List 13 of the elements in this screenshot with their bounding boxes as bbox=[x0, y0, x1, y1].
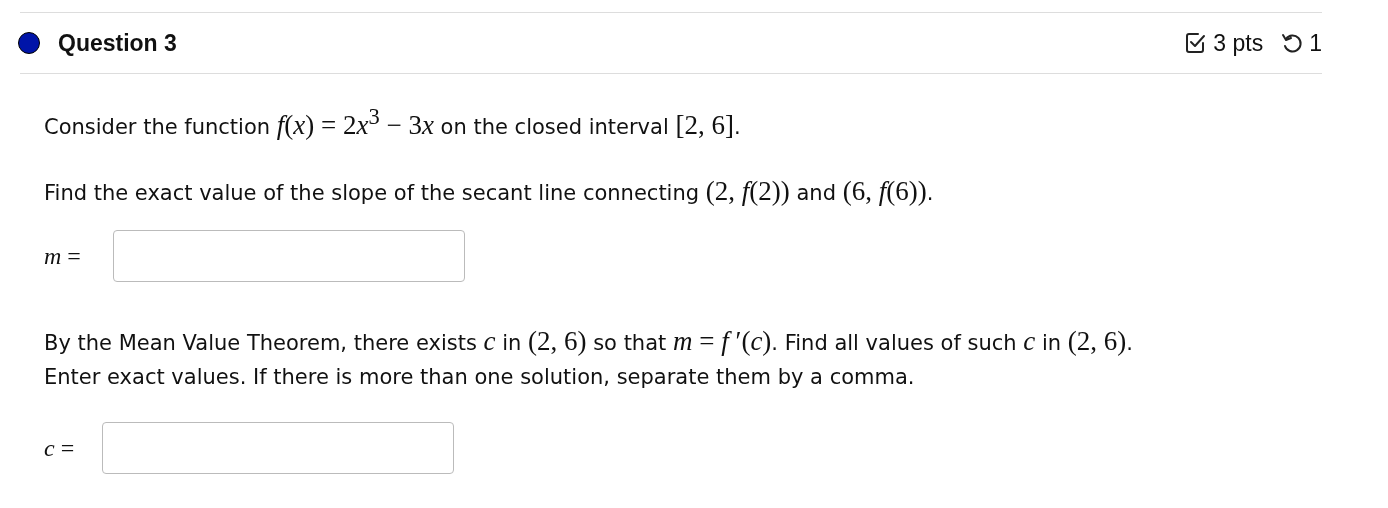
question-text: Consider the function f(x) = 2x$^{3}$ − 3x on the closed interval [2, 6]. bbox=[44, 103, 742, 142]
question-text: Find the exact value of the slope of the secant line connecting (2, f(2)) and (6, f(6)). bbox=[44, 175, 935, 208]
attempts-count: 1 bbox=[1309, 29, 1322, 57]
undo-arrow-icon bbox=[1281, 32, 1304, 54]
answer-label: m = bbox=[44, 242, 81, 270]
question-title: Question 3 bbox=[58, 29, 177, 57]
points-label: 3 pts bbox=[1213, 29, 1264, 57]
answer-label: c = bbox=[44, 434, 75, 462]
answer-field[interactable] bbox=[112, 230, 465, 282]
checkbox-check-icon bbox=[1185, 32, 1208, 54]
status-dot-icon bbox=[18, 32, 40, 54]
answer-field[interactable] bbox=[102, 422, 455, 474]
question-text: By the Mean Value Theorem, there exists c in (2, 6) so that m = f ′(c). Find all values of such c in (2, 6). Enter exact values. If there is more than one solution, separate them by a comma. bbox=[44, 325, 1134, 391]
